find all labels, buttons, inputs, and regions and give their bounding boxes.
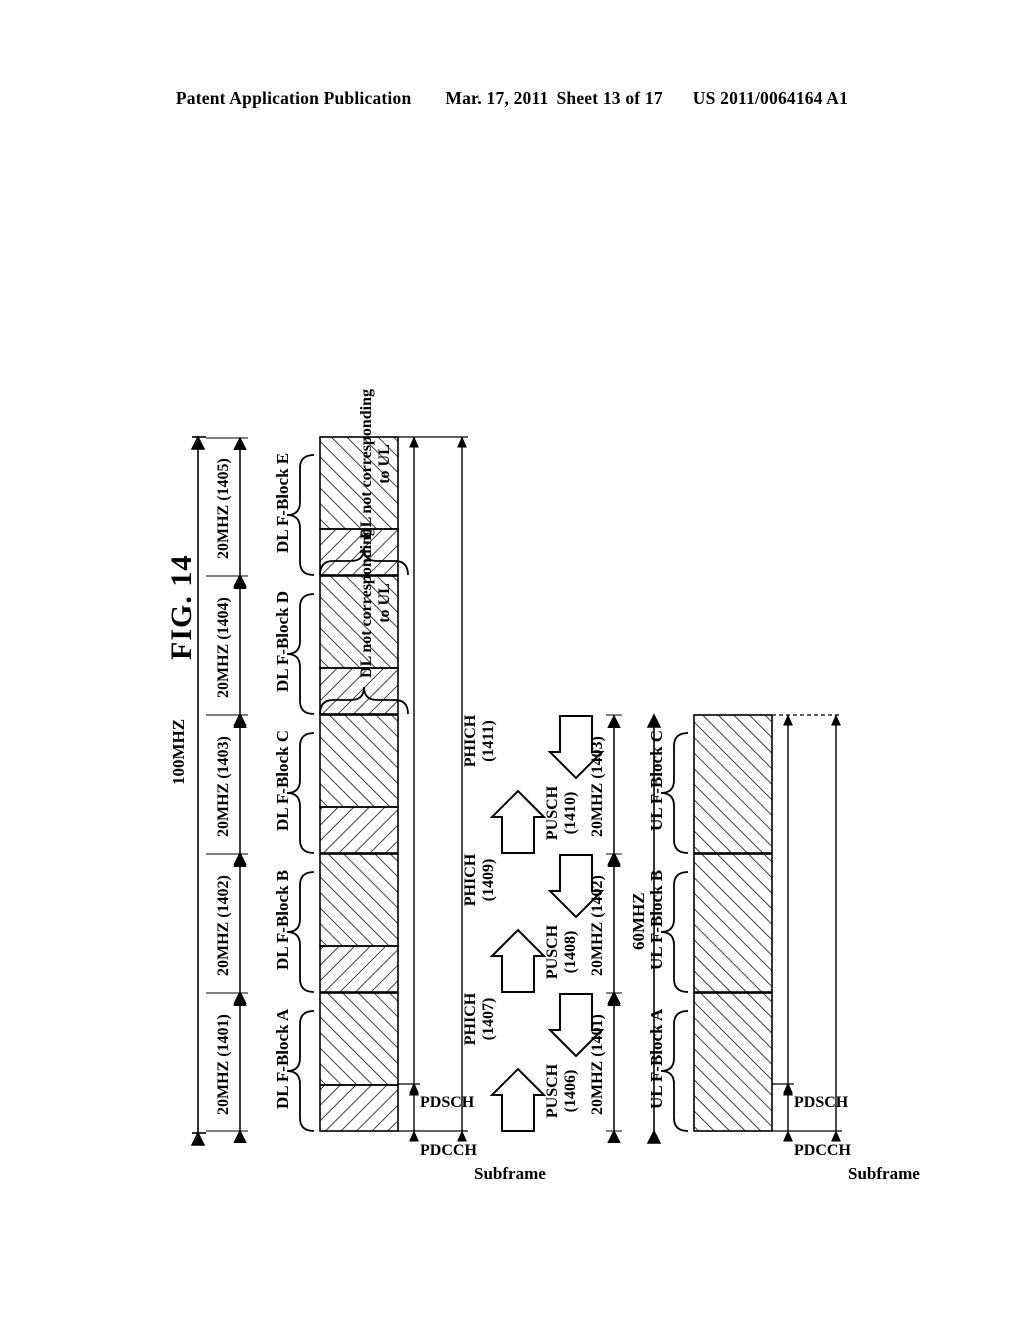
dl-block-bandwidth-a: 20MHZ (1401)	[215, 1014, 232, 1115]
phich-label-1409: PHICH (1409)	[462, 840, 497, 920]
pusch-channel-1406: PUSCH	[544, 1063, 561, 1119]
dl-subframe-label: Subframe	[474, 1164, 546, 1183]
dl-total-bandwidth-dimension	[190, 435, 206, 1146]
diagram-vector-layer	[190, 435, 842, 1146]
publication-date: Mar. 17, 2011	[445, 88, 549, 108]
pusch-channel-1408: PUSCH	[544, 924, 561, 980]
ul-subframe-dimensions	[772, 714, 842, 1142]
dl-unpaired-note-2-line2: to UL	[376, 444, 394, 484]
pusch-ref-1406: (1406)	[561, 1069, 579, 1113]
figure-14-diagram: 100MHZ 20MHZ (1401) 20MHZ (1402) 20MHZ (…	[162, 225, 920, 1183]
ul-block-name-a: UL F-Block A	[647, 1008, 666, 1109]
dl-block-name-c: DL F-Block C	[273, 729, 292, 831]
pusch-label-1410: PUSCH (1410)	[544, 773, 579, 853]
pusch-channel-1410: PUSCH	[544, 785, 561, 841]
pusch-ref-1410: (1410)	[561, 791, 579, 835]
dl-pdsch-label: PDSCH	[420, 1094, 475, 1111]
dl-total-bandwidth-label: 100MHZ	[169, 718, 188, 785]
phich-label-1411: PHICH (1411)	[462, 701, 497, 781]
dl-unpaired-note-2: DL not corresponding to UL	[358, 364, 395, 564]
ul-block-bandwidth-b: 20MHZ (1402)	[589, 875, 606, 976]
dl-unpaired-note-2-line1: DL not corresponding	[358, 389, 375, 539]
pusch-label-1406: PUSCH (1406)	[544, 1051, 579, 1131]
pusch-arrow-1408	[489, 928, 547, 993]
phich-label-1407: PHICH (1407)	[462, 979, 497, 1059]
ul-block-name-b: UL F-Block B	[647, 869, 666, 970]
ul-total-bandwidth-label: 60MHZ	[629, 892, 648, 950]
dl-block-bandwidth-b: 20MHZ (1402)	[215, 875, 232, 976]
dl-subframe-dimensions	[398, 436, 468, 1142]
pusch-arrow-1410	[489, 789, 547, 854]
ul-resource-grid	[693, 714, 773, 1132]
ul-pdsch-label: PDSCH	[794, 1094, 849, 1111]
ul-block-bandwidth-a: 20MHZ (1401)	[589, 1014, 606, 1115]
pusch-arrow-1406	[489, 1067, 547, 1132]
dl-block-bandwidth-d: 20MHZ (1404)	[215, 597, 232, 698]
patent-number: US 2011/0064164 A1	[692, 88, 849, 108]
ul-block-bandwidth-c: 20MHZ (1403)	[589, 736, 606, 837]
pusch-label-1408: PUSCH (1408)	[544, 912, 579, 992]
phich-channel-1407: PHICH	[462, 992, 479, 1046]
phich-ref-1409: (1409)	[479, 858, 497, 902]
dl-pdcch-label: PDCCH	[420, 1142, 477, 1159]
phich-channel-1409: PHICH	[462, 853, 479, 907]
dl-block-name-d: DL F-Block D	[273, 590, 292, 692]
ul-block-name-c: UL F-Block C	[647, 729, 666, 831]
dl-block-name-a: DL F-Block A	[273, 1008, 292, 1109]
phich-ref-1407: (1407)	[479, 997, 497, 1041]
sheet-number: Sheet 13 of 17	[556, 88, 663, 108]
page-header: Patent Application Publication Mar. 17, …	[0, 88, 1024, 109]
phich-channel-1411: PHICH	[462, 714, 479, 768]
dl-block-bandwidth-e: 20MHZ (1405)	[215, 458, 232, 559]
dl-block-name-b: DL F-Block B	[273, 869, 292, 970]
dl-block-name-e: DL F-Block E	[273, 452, 292, 553]
dl-block-bandwidth-c: 20MHZ (1403)	[215, 736, 232, 837]
pusch-ref-1408: (1408)	[561, 930, 579, 974]
phich-ref-1411: (1411)	[479, 720, 497, 762]
ul-pdcch-label: PDCCH	[794, 1142, 851, 1159]
publication-title: Patent Application Publication	[175, 88, 412, 108]
ul-block-dimensions	[606, 714, 622, 1143]
ul-subframe-label: Subframe	[848, 1164, 920, 1183]
